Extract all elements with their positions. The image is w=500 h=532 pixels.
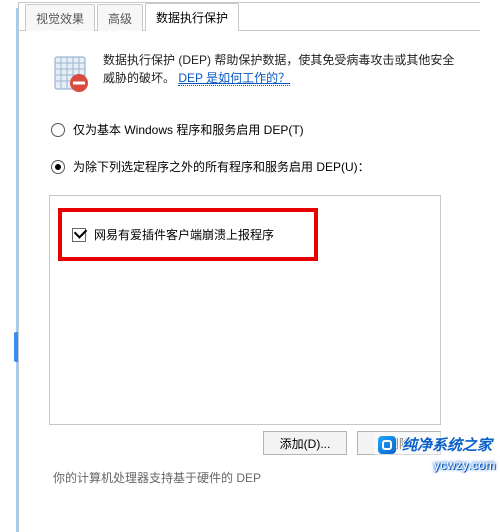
- tab-dep[interactable]: 数据执行保护: [145, 3, 239, 31]
- dialog-content: 视觉效果 高级 数据执行保护: [18, 2, 480, 532]
- tab-strip: 视觉效果 高级 数据执行保护: [19, 3, 480, 31]
- annotation-highlight: 网易有爱插件客户端崩溃上报程序: [58, 208, 318, 261]
- dep-chip-icon: [51, 51, 89, 95]
- tab-advanced[interactable]: 高级: [97, 4, 143, 31]
- radio-icon: [51, 123, 65, 137]
- list-item-checkbox[interactable]: [72, 228, 86, 242]
- radio-basic-dep[interactable]: 仅为基本 Windows 程序和服务启用 DEP(T): [51, 121, 462, 138]
- radio-all-except-dep[interactable]: 为除下列选定程序之外的所有程序和服务启用 DEP(U)：: [51, 158, 462, 175]
- radio-basic-label: 仅为基本 Windows 程序和服务启用 DEP(T): [73, 121, 304, 138]
- remove-button[interactable]: 删除: [357, 431, 441, 455]
- dep-help-link[interactable]: DEP 是如何工作的？: [178, 71, 290, 86]
- dep-hw-support-note: 你的计算机处理器支持基于硬件的 DEP: [53, 469, 462, 486]
- list-buttons: 添加(D)... 删除: [49, 431, 441, 455]
- dep-panel: 数据执行保护 (DEP) 帮助保护数据，使其免受病毒攻击或其他安全威胁的破坏。 …: [19, 31, 480, 496]
- radio-all-except-label: 为除下列选定程序之外的所有程序和服务启用 DEP(U)：: [73, 158, 370, 175]
- intro-text: 数据执行保护 (DEP) 帮助保护数据，使其免受病毒攻击或其他安全威胁的破坏。 …: [103, 51, 462, 95]
- dep-exclusion-list[interactable]: 网易有爱插件客户端崩溃上报程序: [49, 195, 441, 425]
- tab-visual-effects[interactable]: 视觉效果: [25, 4, 95, 31]
- radio-icon: [51, 160, 65, 174]
- intro-block: 数据执行保护 (DEP) 帮助保护数据，使其免受病毒攻击或其他安全威胁的破坏。 …: [51, 51, 462, 95]
- list-item-label: 网易有爱插件客户端崩溃上报程序: [94, 226, 274, 243]
- add-button[interactable]: 添加(D)...: [263, 431, 347, 455]
- performance-options-window: 视觉效果 高级 数据执行保护: [0, 0, 500, 532]
